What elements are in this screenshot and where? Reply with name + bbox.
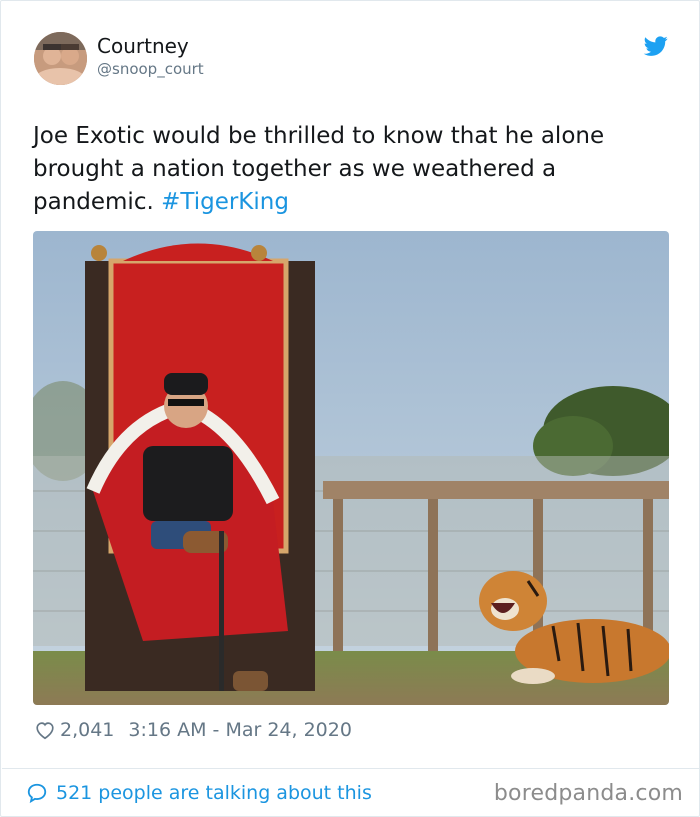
- boredpanda-watermark: boredpanda.com: [493, 781, 683, 806]
- author-handle[interactable]: @snoop_court: [97, 60, 204, 78]
- tweet-card: Courtney @snoop_court Joe Exotic would b…: [0, 0, 700, 817]
- tweet-timestamp[interactable]: 3:16 AM - Mar 24, 2020: [128, 719, 352, 741]
- tweet-body: Joe Exotic would be thrilled to know tha…: [33, 123, 605, 215]
- footer-divider: [2, 768, 700, 769]
- like-count: 2,041: [60, 719, 115, 741]
- tweet-photo[interactable]: [33, 231, 669, 705]
- conversation-link[interactable]: 521 people are talking about this: [26, 779, 372, 807]
- twitter-bird-icon[interactable]: [643, 34, 669, 58]
- hashtag-link[interactable]: #TigerKing: [161, 189, 289, 215]
- tweet-meta: 2,041 3:16 AM - Mar 24, 2020: [34, 716, 352, 744]
- author-display-name[interactable]: Courtney: [97, 34, 189, 58]
- conversation-label: 521 people are talking about this: [56, 782, 372, 804]
- tweet-text: Joe Exotic would be thrilled to know tha…: [33, 120, 663, 219]
- speech-bubble-icon: [26, 782, 48, 804]
- author-avatar[interactable]: [34, 32, 87, 85]
- heart-icon[interactable]: [34, 719, 56, 741]
